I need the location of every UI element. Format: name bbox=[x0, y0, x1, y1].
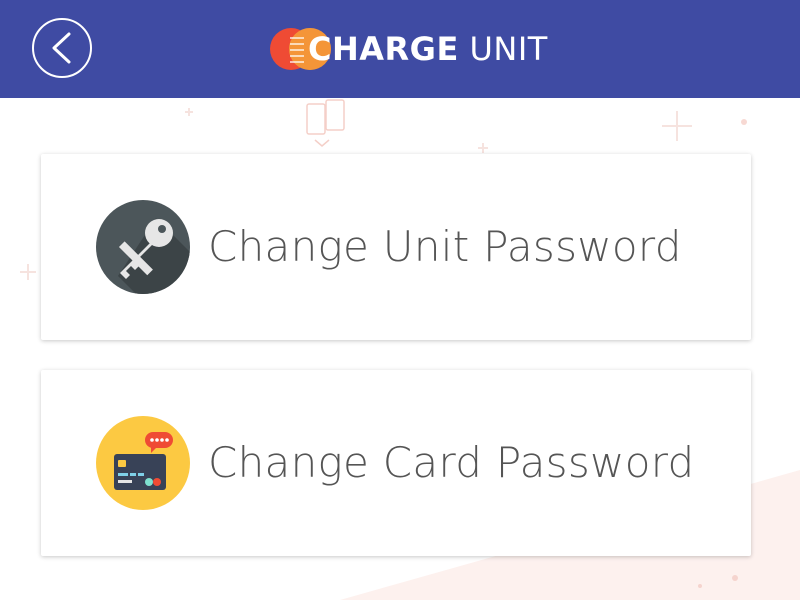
logo-text: CHARGE UNIT bbox=[308, 30, 548, 68]
change-card-password-button[interactable]: Change Card Password bbox=[41, 370, 751, 556]
logo-text-bold: CHARGE bbox=[308, 30, 459, 68]
credit-card-icon bbox=[96, 416, 190, 510]
chevron-left-icon bbox=[52, 32, 71, 64]
change-unit-password-label: Change Unit Password bbox=[208, 222, 682, 271]
change-unit-password-button[interactable]: Change Unit Password bbox=[41, 154, 751, 340]
app-header: CHARGE UNIT bbox=[0, 0, 800, 98]
logo-text-light: UNIT bbox=[469, 30, 548, 68]
back-button[interactable] bbox=[32, 18, 92, 78]
change-card-password-label: Change Card Password bbox=[208, 438, 695, 487]
app-logo: CHARGE UNIT bbox=[270, 26, 548, 72]
key-icon bbox=[96, 200, 190, 294]
